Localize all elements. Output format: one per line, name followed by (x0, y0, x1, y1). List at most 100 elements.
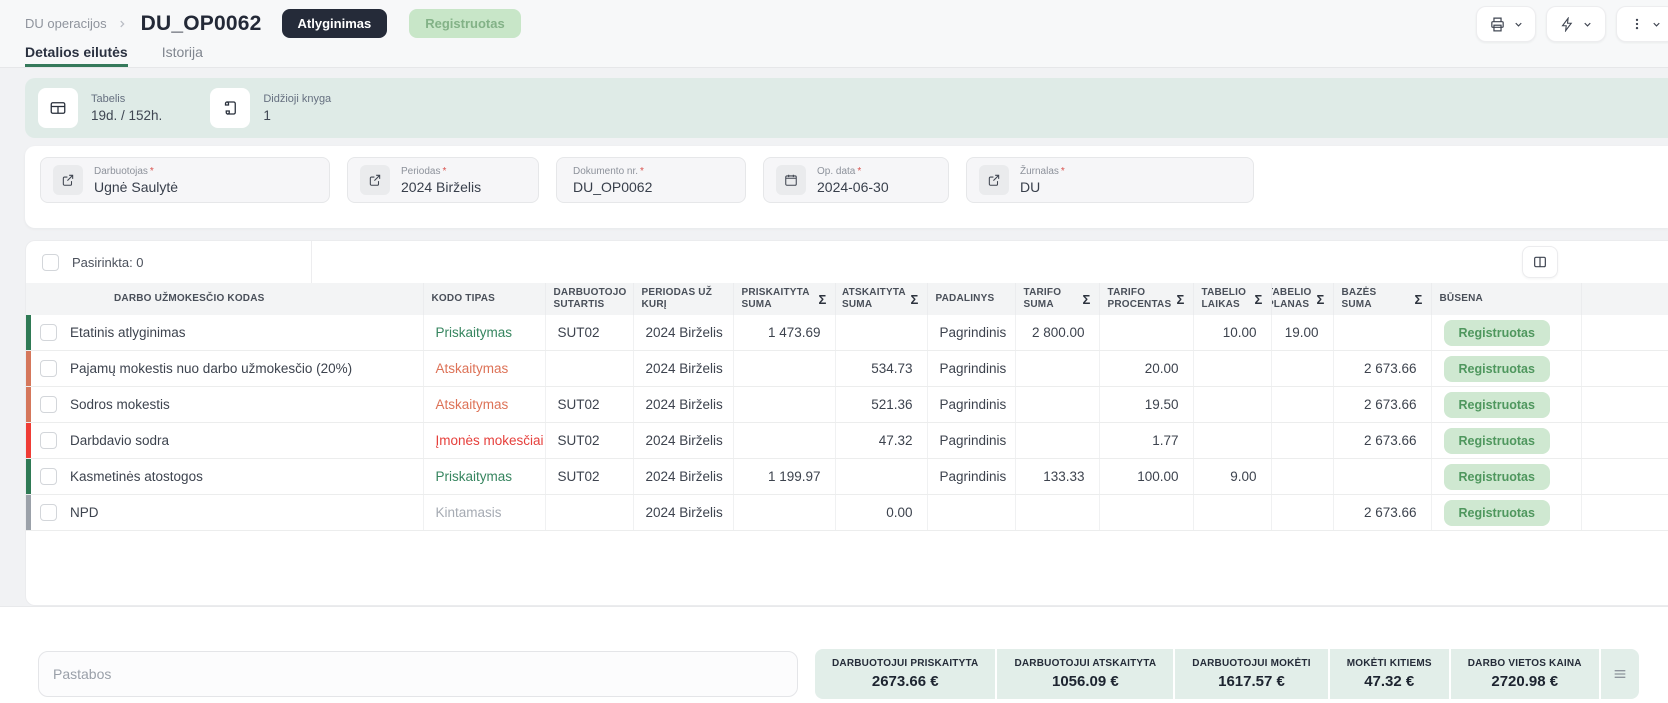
external-link-icon[interactable] (360, 165, 390, 195)
cell-periodas: 2024 Birželis (633, 315, 734, 351)
cell-atskaityta: 534.73 (835, 350, 928, 387)
row-checkbox[interactable] (40, 324, 57, 341)
status-badge: Registruotas (1443, 499, 1550, 526)
cell-tabelio_planas (1271, 422, 1334, 459)
table-row[interactable]: Sodros mokestis Atskaitymas SUT02 2024 Birž… (26, 386, 1668, 423)
table-row[interactable]: Pajamų mokestis nuo darbo užmokesčio (20… (26, 350, 1668, 387)
cell-spacer (1581, 386, 1668, 423)
summary-moketi: DARBUOTOJUI MOKĖTI 1617.57 € (1175, 649, 1330, 699)
cell-sutartis: SUT02 (545, 386, 634, 423)
column-header-sutartis[interactable]: DARBUOTOJO SUTARTIS (545, 283, 634, 315)
row-checkbox[interactable] (40, 504, 57, 521)
sum-sigma-icon[interactable]: Σ (1082, 292, 1090, 307)
tab-detalios-eilutes[interactable]: Detalios eilutės (25, 44, 128, 67)
cell-tarifo_suma: 2 800.00 (1015, 315, 1100, 351)
external-link-icon[interactable] (979, 165, 1009, 195)
column-label: KODO TIPAS (431, 292, 495, 304)
table-row[interactable]: Etatinis atlyginimas Priskaitymas SUT02 202… (26, 315, 1668, 351)
column-header-atskaityta[interactable]: ATSKAITYTA SUMA Σ (835, 283, 928, 315)
cell-tabelio_laikas (1193, 350, 1272, 387)
info-item-tabelis[interactable]: Tabelis 19d. / 152h. (38, 88, 162, 128)
column-header-bazes_suma[interactable]: BAZĖS SUMA Σ (1333, 283, 1432, 315)
document-fields-card: Darbuotojas * Ugnė Saulytė Periodas * 2024… (25, 146, 1668, 228)
info-item-didzioji-knyga[interactable]: Didžioji knyga 1 (210, 88, 331, 128)
chevron-right-icon (117, 19, 127, 29)
chevron-down-icon (1513, 19, 1524, 30)
column-header-periodas[interactable]: PERIODAS UŽ KURĮ (633, 283, 734, 315)
cell-tarifo_suma: 133.33 (1015, 458, 1100, 495)
summary-menu-button[interactable] (1601, 649, 1639, 699)
tab-istorija[interactable]: Istorija (162, 44, 203, 67)
timesheet-table-icon (38, 88, 78, 128)
cell-spacer (1581, 315, 1668, 351)
breadcrumb-parent[interactable]: DU operacijos (25, 16, 107, 31)
ledger-scroll-icon (210, 88, 251, 128)
sum-sigma-icon[interactable]: Σ (1316, 292, 1324, 307)
field-value: 2024 Birželis (401, 178, 482, 195)
cell-periodas: 2024 Birželis (633, 458, 734, 495)
select-all-checkbox[interactable] (42, 253, 59, 271)
summary-priskaityta: DARBUOTOJUI PRISKAITYTA 2673.66 € (815, 649, 998, 699)
op-data-field[interactable]: Op. data * 2024-06-30 (763, 157, 949, 203)
row-checkbox[interactable] (40, 360, 57, 377)
cell-busena: Registruotas (1431, 386, 1582, 423)
cell-tabelio_planas (1271, 458, 1334, 495)
cell-sutartis: SUT02 (545, 315, 634, 351)
cell-sutartis: SUT02 (545, 422, 634, 459)
row-name: Sodros mokestis (70, 397, 170, 412)
column-header-tabelio_laikas[interactable]: TABELIO LAIKAS Σ (1193, 283, 1272, 315)
zurnalas-field[interactable]: Žurnalas * DU (966, 157, 1254, 203)
code-type-label: Priskaitymas (435, 469, 513, 484)
column-header-padalinys[interactable]: PADALINYS (927, 283, 1016, 315)
cell-bazes_suma: 2 673.66 (1333, 422, 1432, 459)
field-value: DU (1020, 178, 1041, 195)
column-header-tarifo_suma[interactable]: TARIFO SUMA Σ (1015, 283, 1100, 315)
table-row[interactable]: Kasmetinės atostogos Priskaitymas SUT02 202… (26, 458, 1668, 495)
table-row[interactable]: NPD Kintamasis 2024 Birželis 0.00 2 673.66 Re… (26, 494, 1668, 531)
calendar-icon[interactable] (776, 165, 806, 195)
column-header-name[interactable]: DARBO UŽMOKESČIO KODAS (26, 283, 424, 315)
status-badge-top: Registruotas (409, 9, 521, 38)
automation-button[interactable] (1546, 6, 1606, 42)
type-badge: Atlyginimas (281, 9, 388, 38)
row-checkbox[interactable] (40, 468, 57, 485)
detail-lines-card: Pasirinkta: 0 DARBO UŽMOKESČIO KODAS KODO… (25, 240, 1668, 606)
cell-tarifo_procentas (1099, 315, 1194, 351)
column-header-busena[interactable]: BŪSENA (1431, 283, 1582, 315)
sum-sigma-icon[interactable]: Σ (1176, 292, 1184, 307)
field-label: Žurnalas * (1020, 165, 1065, 177)
cell-kodo_tipas: Priskaitymas (423, 458, 546, 495)
cell-busena: Registruotas (1431, 458, 1582, 495)
sum-sigma-icon[interactable]: Σ (818, 292, 826, 307)
darbuotojas-field[interactable]: Darbuotojas * Ugnė Saulytė (40, 157, 330, 203)
cell-priskaityta (733, 494, 836, 531)
cell-tabelio_planas (1271, 494, 1334, 531)
more-button[interactable] (1616, 6, 1668, 42)
cell-tarifo_procentas: 100.00 (1099, 458, 1194, 495)
row-color-bar (26, 423, 31, 458)
sum-sigma-icon[interactable]: Σ (1414, 292, 1422, 307)
totals-summary: DARBUOTOJUI PRISKAITYTA 2673.66 € DARBUO… (815, 649, 1639, 699)
cell-name: Pajamų mokestis nuo darbo užmokesčio (20… (26, 350, 424, 387)
cell-padalinys (927, 494, 1016, 531)
notes-input[interactable] (38, 651, 798, 697)
sum-sigma-icon[interactable]: Σ (1254, 292, 1262, 307)
row-name: Kasmetinės atostogos (70, 469, 203, 484)
table-row[interactable]: Darbdavio sodra Įmonės mokesčiai SUT02 2024… (26, 422, 1668, 459)
cell-spacer (1581, 458, 1668, 495)
column-settings-button[interactable] (1522, 246, 1558, 278)
row-name: NPD (70, 505, 99, 520)
external-link-icon[interactable] (53, 165, 83, 195)
row-checkbox[interactable] (40, 396, 57, 413)
column-header-tabelio_planas[interactable]: TABELIO PLANAS Σ (1271, 283, 1334, 315)
column-header-tarifo_procentas[interactable]: TARIFO PROCENTAS Σ (1099, 283, 1194, 315)
column-header-kodo_tipas[interactable]: KODO TIPAS (423, 283, 546, 315)
print-button[interactable] (1476, 6, 1536, 42)
periodas-field[interactable]: Periodas * 2024 Birželis (347, 157, 539, 203)
dokumento-nr-field[interactable]: Dokumento nr. * DU_OP0062 (556, 157, 746, 203)
cell-tabelio_planas (1271, 386, 1334, 423)
cell-spacer (1581, 494, 1668, 531)
row-checkbox[interactable] (40, 432, 57, 449)
column-header-priskaityta[interactable]: PRISKAITYTA SUMA Σ (733, 283, 836, 315)
sum-sigma-icon[interactable]: Σ (910, 292, 918, 307)
